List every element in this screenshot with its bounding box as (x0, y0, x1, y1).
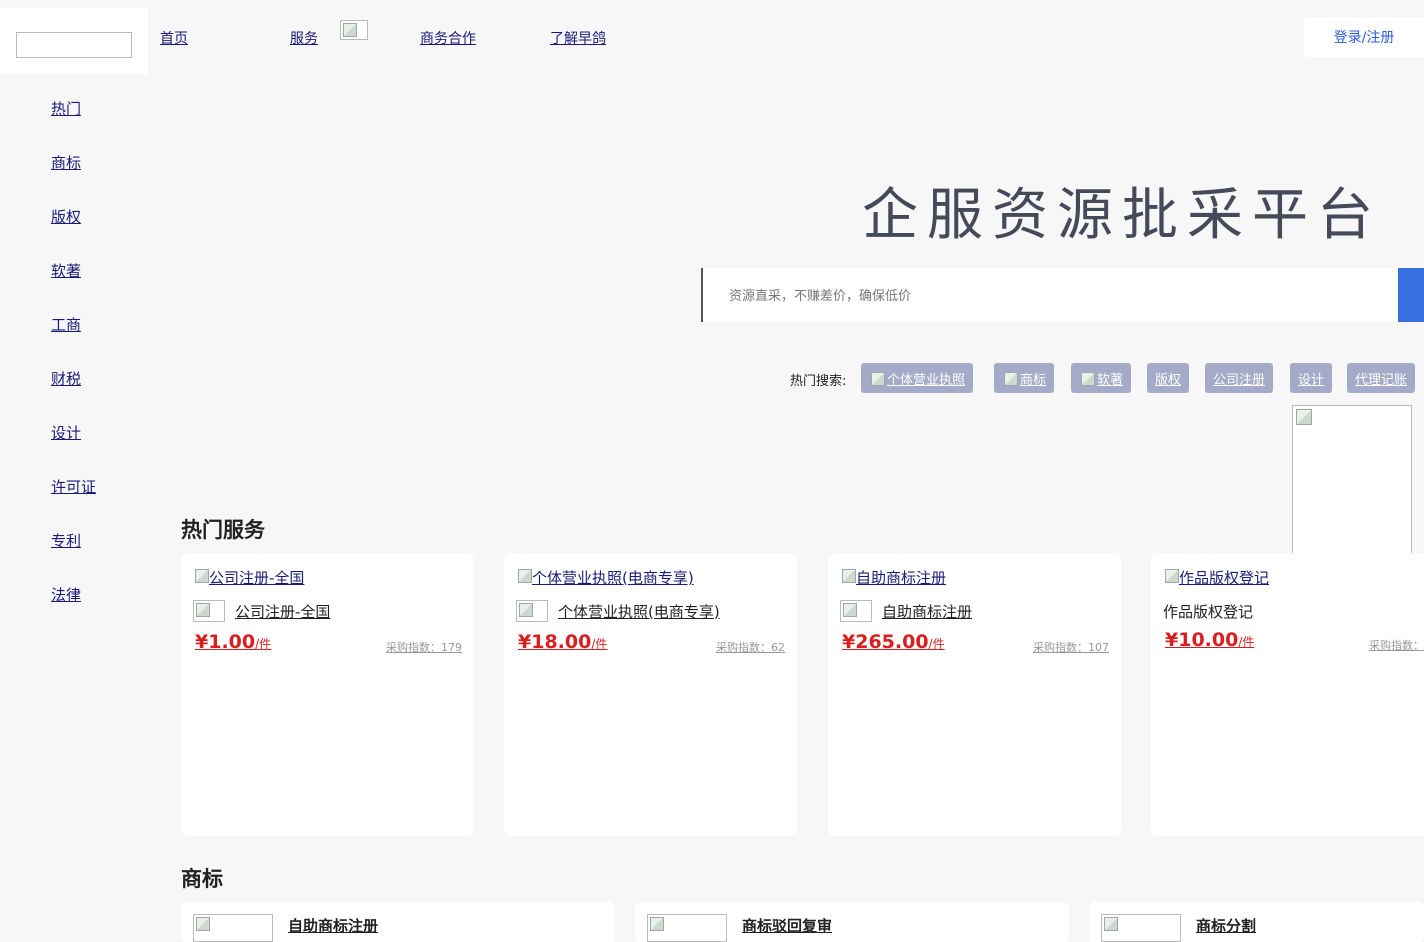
nav-business[interactable]: 商务合作 (420, 28, 476, 48)
trademark-section-title: 商标 (181, 867, 223, 891)
card-thumbnail (193, 600, 225, 622)
hot-tag-accounting[interactable]: 代理记账 (1347, 363, 1416, 393)
service-card[interactable]: 自助商标注册 自助商标注册 ¥265.00/件 采购指数：107 (828, 553, 1121, 836)
sidebar-item-license[interactable]: 许可证 (51, 476, 96, 497)
nav-services[interactable]: 服务 (290, 28, 318, 48)
category-sidebar: 热门 商标 版权 软著 工商 财税 设计 许可证 专利 法律 (0, 74, 148, 934)
card-price: ¥1.00/件 (195, 631, 272, 653)
card-image-link[interactable]: 作品版权登记 (1163, 567, 1269, 588)
card-purchase-index: 采购指数：14 (1369, 639, 1424, 652)
service-card[interactable]: 作品版权登记 作品版权登记 ¥10.00/件 采购指数：14 (1151, 553, 1424, 836)
card-price: ¥18.00/件 (518, 631, 608, 653)
card-purchase-index: 采购指数：179 (386, 641, 462, 654)
card-name[interactable]: 个体营业执照(电商专享) (558, 601, 720, 622)
broken-image-icon (516, 567, 532, 583)
sidebar-item-copyright[interactable]: 版权 (51, 206, 81, 227)
hot-tag-design[interactable]: 设计 (1290, 363, 1333, 393)
card-image-link[interactable]: 自助商标注册 (840, 567, 946, 588)
trademark-item[interactable]: 商标驳回复审 (635, 902, 1069, 942)
search-box[interactable]: 资源直采，不赚差价，确保低价 (701, 268, 1424, 322)
broken-image-icon (1079, 370, 1095, 386)
broken-image-icon (193, 567, 209, 583)
sidebar-item-trademark[interactable]: 商标 (51, 152, 81, 173)
sidebar-item-hot[interactable]: 热门 (51, 98, 81, 119)
broken-image-icon (1002, 370, 1018, 386)
card-title-row: 公司注册-全国 (193, 600, 330, 622)
item-thumbnail (1101, 914, 1181, 942)
card-purchase-index: 采购指数：62 (716, 641, 785, 654)
hot-tag-software[interactable]: 软著 (1071, 363, 1132, 393)
sidebar-item-legal[interactable]: 法律 (51, 584, 81, 605)
hot-tag-individual-license[interactable]: 个体营业执照 (861, 363, 974, 393)
hero-title: 企服资源批采平台 (862, 183, 1382, 248)
broken-image-icon (840, 567, 856, 583)
sidebar-item-software[interactable]: 软著 (51, 260, 81, 281)
hot-services-title: 热门服务 (181, 518, 265, 542)
sidebar-item-design[interactable]: 设计 (51, 422, 81, 443)
broken-image-icon (869, 370, 885, 386)
trademark-item[interactable]: 商标分割 (1089, 902, 1424, 942)
card-image-link[interactable]: 公司注册-全国 (193, 567, 304, 588)
trademark-item[interactable]: 自助商标注册 (181, 902, 615, 942)
card-price: ¥10.00/件 (1165, 629, 1255, 651)
card-title-row: 个体营业执照(电商专享) (516, 600, 720, 622)
card-purchase-index: 采购指数：107 (1033, 641, 1109, 654)
item-thumbnail (193, 914, 273, 942)
broken-image-icon (1163, 567, 1179, 583)
service-card[interactable]: 公司注册-全国 公司注册-全国 ¥1.00/件 采购指数：179 (181, 553, 474, 836)
card-name[interactable]: 公司注册-全国 (235, 601, 330, 622)
card-image-link[interactable]: 个体营业执照(电商专享) (516, 567, 694, 588)
sidebar-item-business[interactable]: 工商 (51, 314, 81, 335)
item-thumbnail (647, 914, 727, 942)
card-name[interactable]: 自助商标注册 (882, 601, 972, 622)
top-bar: 首页 服务 商务合作 了解早鸽 登录/注册 (0, 0, 1424, 74)
nav-home[interactable]: 首页 (160, 28, 188, 48)
card-thumbnail (516, 600, 548, 622)
nav-dropdown-icon[interactable] (340, 20, 368, 40)
hot-tag-company-registration[interactable]: 公司注册 (1205, 363, 1274, 393)
card-title-row: 自助商标注册 (840, 600, 972, 622)
logo-container (0, 8, 148, 74)
logo-image[interactable] (16, 32, 132, 58)
hot-tag-copyright[interactable]: 版权 (1147, 363, 1190, 393)
service-card[interactable]: 个体营业执照(电商专享) 个体营业执照(电商专享) ¥18.00/件 采购指数：… (504, 553, 797, 836)
search-button[interactable] (1398, 268, 1424, 322)
card-thumbnail (840, 600, 872, 622)
login-register-button[interactable]: 登录/注册 (1304, 17, 1424, 57)
hot-tag-trademark[interactable]: 商标 (994, 363, 1055, 393)
sidebar-item-patent[interactable]: 专利 (51, 530, 81, 551)
floating-ad-image[interactable] (1292, 405, 1412, 569)
card-name[interactable]: 作品版权登记 (1163, 601, 1253, 622)
nav-about[interactable]: 了解早鸽 (550, 28, 606, 48)
search-input[interactable]: 资源直采，不赚差价，确保低价 (729, 285, 911, 304)
card-price: ¥265.00/件 (842, 631, 945, 653)
sidebar-item-tax[interactable]: 财税 (51, 368, 81, 389)
hot-search-label: 热门搜索: (790, 374, 847, 389)
